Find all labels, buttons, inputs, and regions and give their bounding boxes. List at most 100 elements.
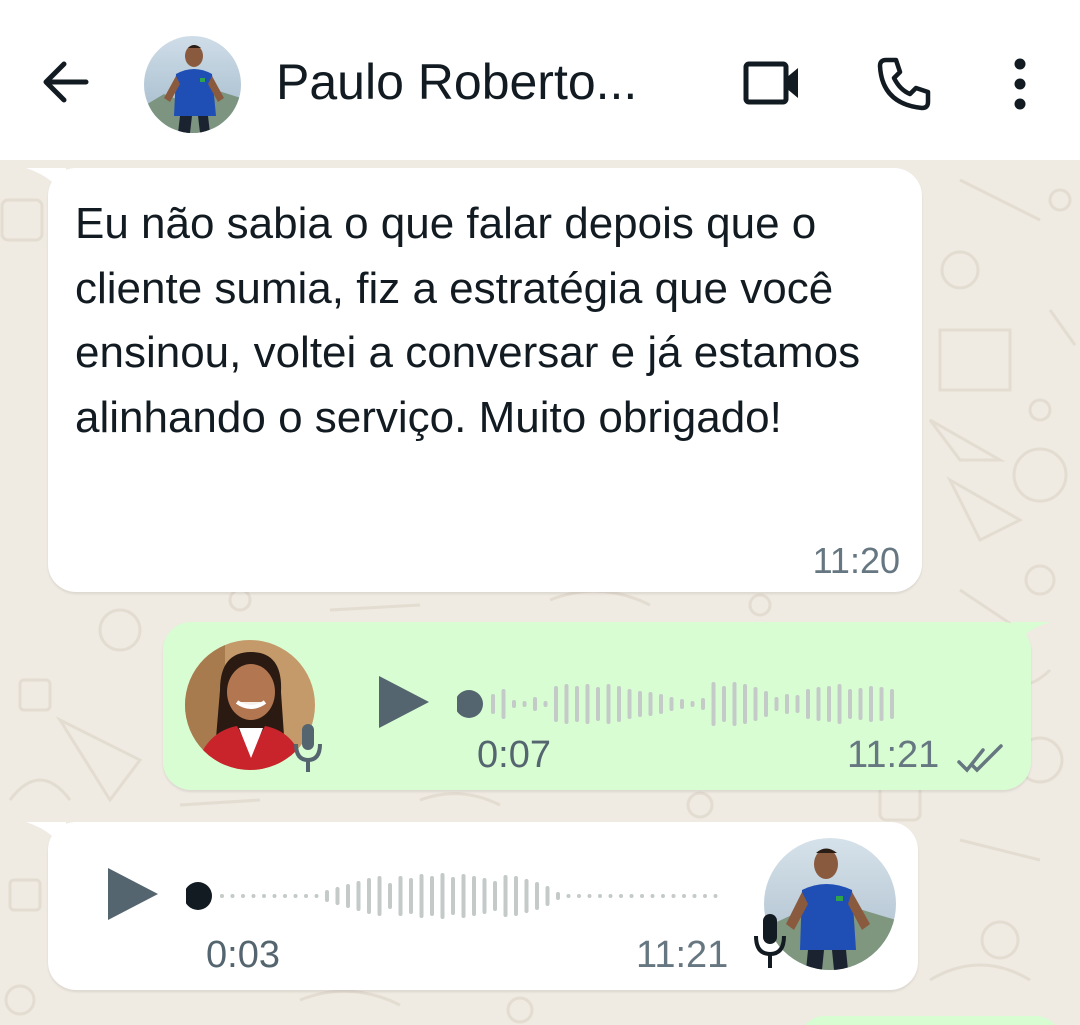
waveform-bar	[512, 700, 516, 708]
waveform-bar	[293, 894, 298, 898]
waveform-bar	[753, 687, 758, 721]
voice-message-outgoing[interactable]: 0:07 11:21	[163, 622, 1051, 790]
waveform-bar	[314, 894, 319, 898]
waveform-bar	[774, 697, 779, 711]
phone-icon	[877, 57, 931, 111]
audio-waveform[interactable]	[457, 674, 997, 734]
waveform-bar	[419, 874, 424, 918]
waveform-bar	[283, 894, 287, 898]
waveform-bar	[629, 894, 634, 898]
double-check-icon	[957, 744, 1003, 773]
message-text: Eu não sabia o que falar depois que o cl…	[75, 199, 861, 442]
play-button[interactable]	[373, 670, 433, 734]
waveform-bar	[262, 894, 266, 898]
waveform-bar	[388, 883, 392, 909]
waveform-bar	[440, 873, 445, 919]
waveform-bar	[554, 686, 558, 722]
waveform-bar	[545, 886, 550, 906]
message-time: 11:21	[636, 934, 729, 976]
message-time: 11:21	[847, 734, 940, 776]
waveform-bar	[858, 688, 863, 720]
audio-waveform[interactable]	[186, 866, 746, 926]
waveform-bar	[251, 894, 256, 898]
more-vertical-icon	[1014, 58, 1026, 110]
waveform-bar	[682, 894, 686, 898]
voice-duration: 0:07	[477, 734, 551, 776]
chat-area[interactable]: Eu não sabia o que falar depois que o cl…	[0, 160, 1080, 1025]
waveform-bar	[619, 894, 623, 898]
waveform-bar	[451, 877, 455, 915]
waveform-bar	[367, 878, 371, 914]
waveform-bar	[837, 684, 842, 724]
waveform-bar	[543, 701, 548, 707]
waveform-bar	[648, 692, 653, 716]
waveform-bar	[304, 894, 308, 898]
play-icon	[108, 868, 158, 920]
waveform-bar	[230, 894, 235, 898]
waveform-bar	[566, 894, 571, 898]
contact-name[interactable]: Paulo Roberto...	[276, 50, 696, 114]
waveform-bar	[585, 684, 590, 724]
waveform-bar	[587, 894, 592, 898]
waveform-bar	[482, 878, 487, 914]
back-button[interactable]	[36, 52, 96, 112]
waveform-bar	[661, 894, 665, 898]
waveform-bar	[785, 694, 789, 714]
waveform-bar	[879, 687, 884, 721]
waveform-bar	[398, 876, 403, 916]
waveform-bar	[650, 894, 655, 898]
waveform-bar	[335, 887, 340, 905]
seek-handle[interactable]	[457, 690, 483, 718]
waveform-bar	[409, 878, 413, 914]
play-button[interactable]	[102, 862, 162, 926]
waveform-bar	[377, 876, 382, 916]
voice-call-button[interactable]	[872, 52, 936, 116]
waveform-bar	[638, 691, 642, 717]
waveform-bar	[598, 894, 602, 898]
waveform-bar	[617, 686, 621, 722]
waveform-bar	[671, 894, 676, 898]
microphone-icon	[294, 724, 322, 772]
waveform-bar	[680, 699, 684, 709]
waveform-bar	[608, 894, 613, 898]
voice-duration: 0:03	[206, 934, 280, 976]
bubble-tail	[26, 822, 66, 854]
waveform-bar	[501, 689, 506, 719]
waveform-bar	[493, 881, 497, 911]
message-time: 11:20	[812, 540, 900, 581]
waveform-bar	[890, 689, 894, 719]
waveform-bar	[577, 894, 581, 898]
waveform-bar	[461, 874, 466, 918]
bubble-tail	[1011, 622, 1051, 654]
voice-message-incoming[interactable]: 0:03 11:21	[26, 822, 918, 990]
waveform-bar	[711, 682, 716, 726]
waveform-bar	[692, 894, 697, 898]
waveform-bar	[596, 687, 600, 721]
waveform-bar	[669, 697, 674, 711]
more-options-button[interactable]	[1000, 52, 1040, 116]
waveform-bar	[346, 884, 350, 908]
waveform-bar	[356, 881, 361, 911]
seek-handle[interactable]	[186, 882, 212, 910]
waveform-bar	[241, 894, 245, 898]
microphone-icon	[754, 914, 786, 968]
message-bubble-incoming[interactable]: Eu não sabia o que falar depois que o cl…	[26, 168, 922, 592]
message-bubble-outgoing-partial[interactable]	[800, 1016, 1060, 1025]
video-call-button[interactable]	[740, 56, 804, 112]
play-icon	[379, 676, 429, 728]
waveform-bar	[272, 894, 277, 898]
contact-avatar[interactable]	[144, 36, 241, 133]
chat-header: Paulo Roberto...	[0, 0, 1080, 160]
waveform-bar	[640, 894, 644, 898]
waveform-bar	[524, 879, 529, 913]
waveform-bar	[659, 694, 663, 714]
waveform-bar	[472, 876, 476, 916]
waveform-bar	[827, 686, 831, 722]
waveform-bar	[220, 894, 224, 898]
waveform-bar	[533, 697, 537, 711]
waveform-bar	[503, 875, 508, 917]
waveform-bar	[522, 701, 527, 707]
waveform-bar	[556, 892, 560, 900]
waveform-bar	[764, 691, 768, 717]
bubble-tail	[26, 168, 66, 200]
